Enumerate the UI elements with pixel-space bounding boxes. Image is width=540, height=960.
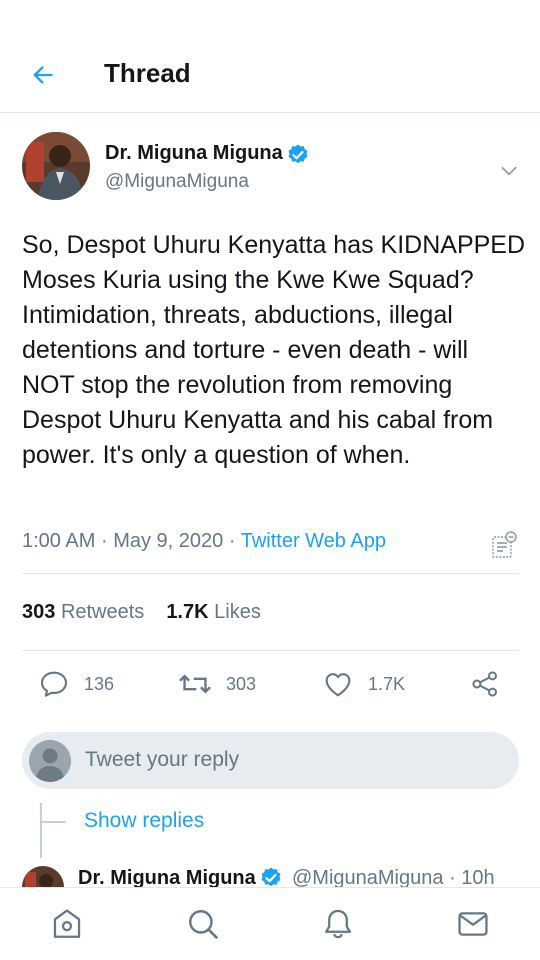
next-author-handle[interactable]: @MigunaMiguna bbox=[292, 867, 444, 888]
show-replies-link[interactable]: Show replies bbox=[84, 809, 204, 833]
next-tweet-time: 10h bbox=[461, 867, 495, 888]
reply-count: 136 bbox=[84, 673, 115, 694]
next-author-name[interactable]: Dr. Miguna Miguna bbox=[78, 867, 256, 888]
reply-icon bbox=[40, 671, 68, 697]
top-bar: Thread bbox=[0, 0, 540, 113]
avatar[interactable] bbox=[22, 866, 64, 888]
like-icon bbox=[325, 673, 351, 697]
tweet-stats: 303 Retweets 1.7K Likes bbox=[22, 601, 261, 624]
messages-icon bbox=[458, 912, 488, 936]
retweets-label: Retweets bbox=[60, 601, 145, 623]
retweet-icon bbox=[179, 674, 211, 694]
reply-placeholder: Tweet your reply bbox=[85, 748, 240, 771]
nav-notifications[interactable] bbox=[320, 906, 356, 942]
tweet-menu-button[interactable] bbox=[496, 158, 522, 184]
next-tweet[interactable]: Dr. Miguna Miguna @MigunaMiguna · 10h bbox=[0, 864, 540, 888]
back-button[interactable] bbox=[26, 58, 60, 92]
divider bbox=[22, 573, 519, 574]
reply-avatar bbox=[29, 740, 71, 782]
likes-label: Likes bbox=[214, 601, 261, 623]
share-icon bbox=[472, 671, 497, 697]
nav-messages[interactable] bbox=[455, 906, 491, 942]
tweet-source-link[interactable]: Twitter Web App bbox=[241, 530, 386, 552]
chevron-down-icon bbox=[501, 166, 517, 176]
analytics-icon[interactable] bbox=[490, 530, 518, 560]
tweet-date: May 9, 2020 bbox=[113, 530, 224, 552]
divider bbox=[22, 650, 519, 651]
reply-input[interactable]: Tweet your reply bbox=[22, 732, 519, 789]
retweet-button[interactable]: 303 bbox=[178, 667, 256, 701]
tweet-time: 1:00 AM bbox=[22, 530, 96, 552]
avatar[interactable] bbox=[22, 132, 90, 200]
nav-home[interactable] bbox=[49, 906, 85, 942]
likes-count: 1.7K bbox=[166, 601, 209, 623]
author-handle[interactable]: @MigunaMiguna bbox=[105, 171, 249, 193]
thread-line bbox=[40, 803, 42, 858]
page-title: Thread bbox=[104, 58, 191, 88]
tweet-text: So, Despot Uhuru Kenyatta has KIDNAPPED … bbox=[22, 231, 526, 469]
meta-separator: · bbox=[228, 530, 236, 552]
verified-badge-icon bbox=[288, 144, 308, 164]
back-arrow-icon bbox=[33, 66, 53, 84]
retweets-stat[interactable]: 303 Retweets bbox=[22, 601, 144, 623]
bottom-nav bbox=[0, 887, 540, 960]
next-tweet-byline: @MigunaMiguna · 10h bbox=[292, 867, 495, 888]
retweets-count: 303 bbox=[22, 601, 56, 623]
thread-connector bbox=[40, 821, 66, 823]
tweet-meta: 1:00 AM · May 9, 2020 · Twitter Web App bbox=[22, 530, 386, 553]
like-button[interactable]: 1.7K bbox=[322, 667, 405, 701]
search-icon bbox=[189, 910, 218, 939]
retweet-count: 303 bbox=[226, 673, 257, 694]
notifications-icon bbox=[324, 909, 352, 939]
byline-separator: · bbox=[449, 867, 456, 888]
verified-badge-icon bbox=[261, 867, 281, 887]
share-button[interactable] bbox=[470, 667, 500, 701]
reply-button[interactable]: 136 bbox=[38, 667, 114, 701]
likes-stat[interactable]: 1.7K Likes bbox=[166, 601, 261, 623]
like-count: 1.7K bbox=[368, 673, 406, 694]
home-icon bbox=[53, 909, 81, 938]
meta-separator: · bbox=[100, 530, 108, 552]
author-name[interactable]: Dr. Miguna Miguna bbox=[105, 142, 283, 165]
nav-search[interactable] bbox=[185, 906, 221, 942]
